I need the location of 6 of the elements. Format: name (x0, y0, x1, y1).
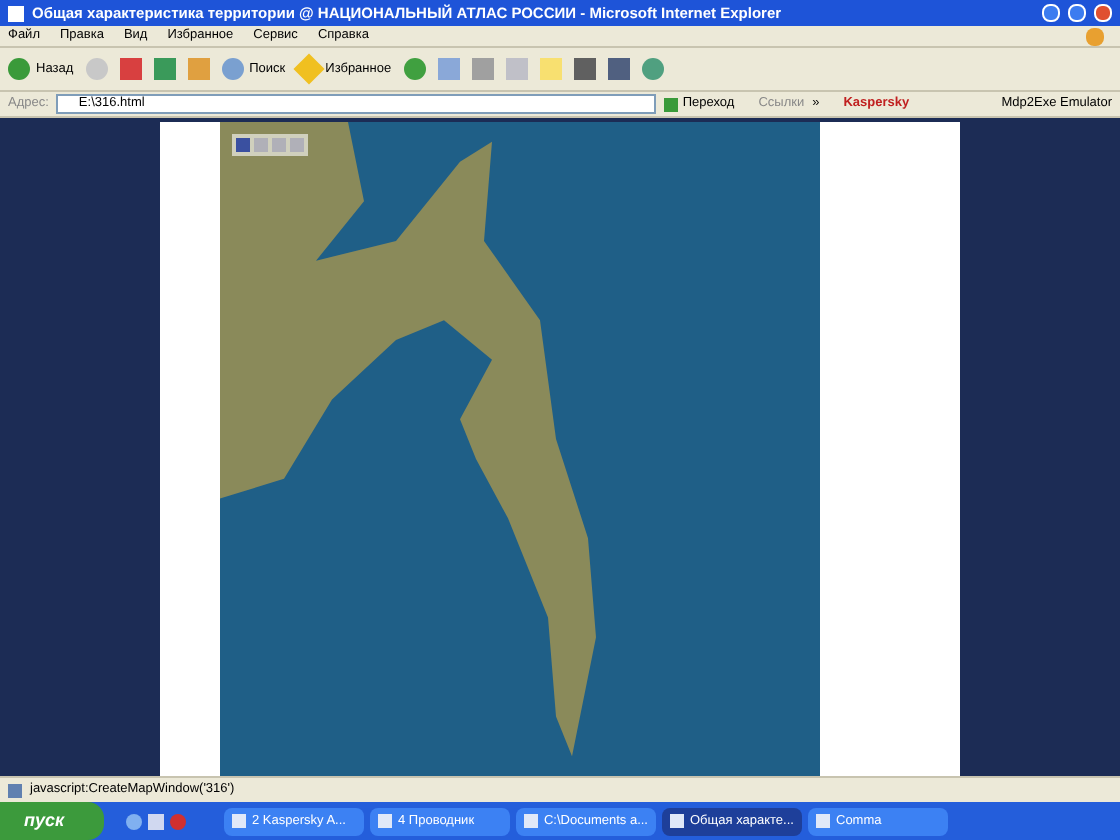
ie-page-icon (8, 5, 24, 21)
start-button[interactable]: пуск (0, 802, 104, 840)
minimize-button[interactable] (1042, 4, 1060, 22)
close-button[interactable] (1094, 4, 1112, 22)
maximize-button[interactable] (1068, 4, 1086, 22)
page-icon (8, 783, 22, 797)
